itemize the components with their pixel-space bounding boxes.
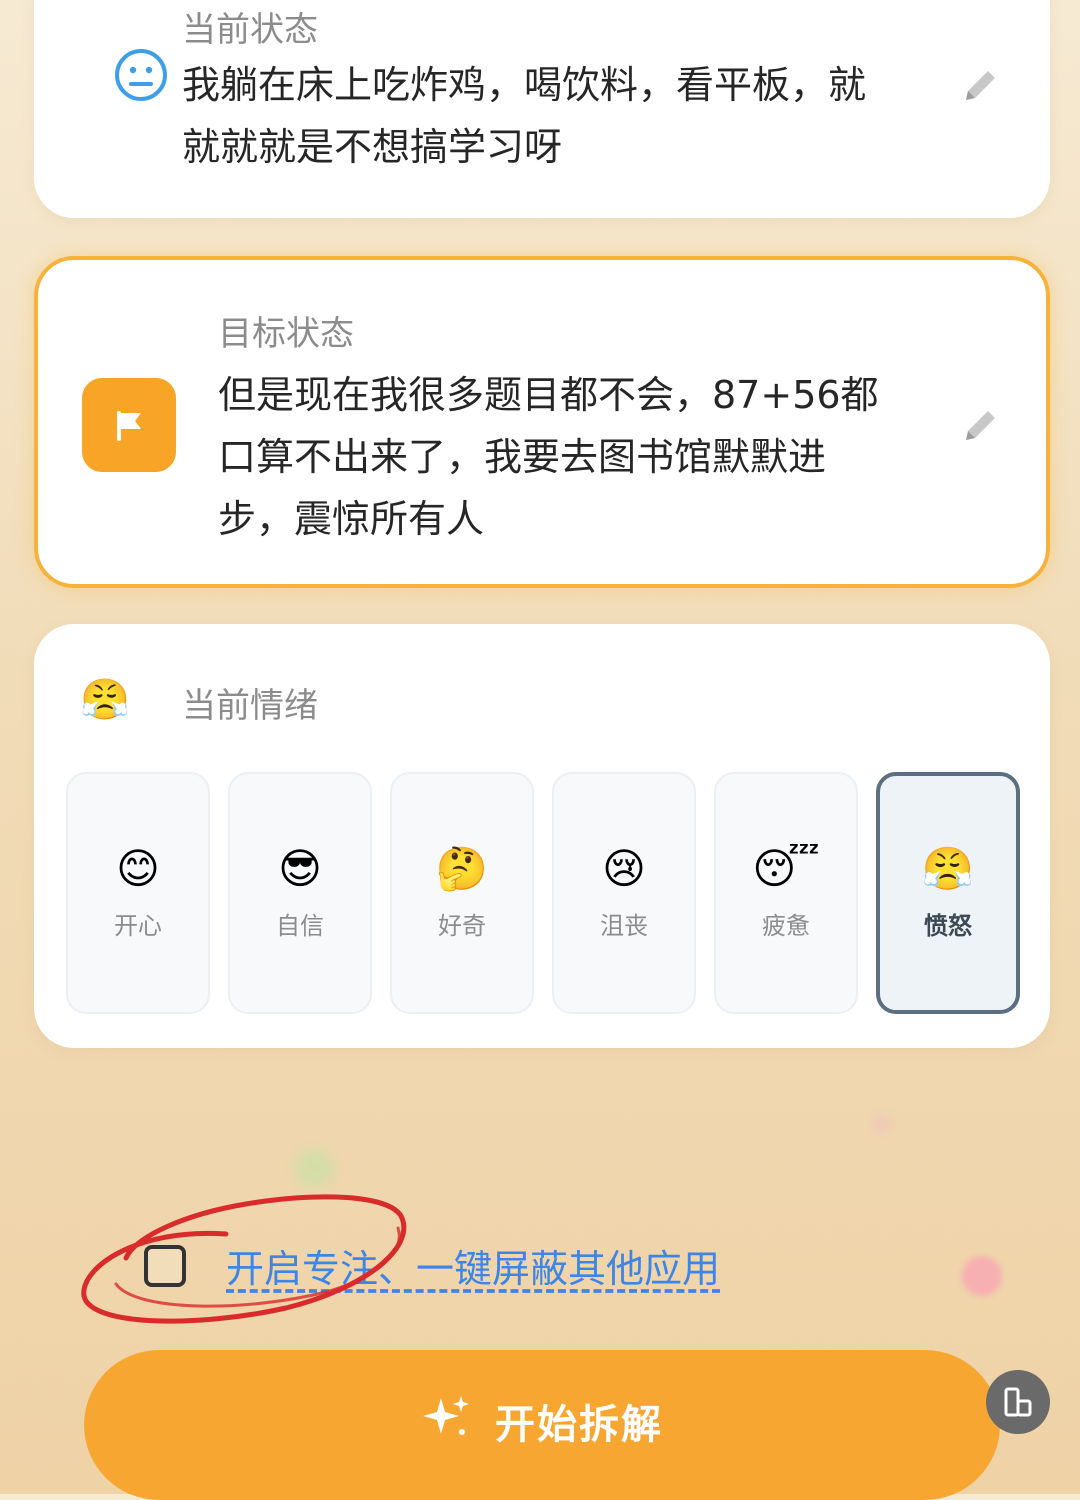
emotion-option-label: 开心 <box>114 911 162 940</box>
emotion-option-confident[interactable]: 😎 自信 <box>228 772 372 1014</box>
emotion-option-label: 好奇 <box>438 911 486 940</box>
start-breakdown-label: 开始拆解 <box>495 1402 663 1448</box>
emotion-options: 😊 开心 😎 自信 🤔 好奇 😢 沮丧 😴 疲惫 😤 愤怒 <box>66 772 1020 1014</box>
emotion-card: 😤 当前情绪 😊 开心 😎 自信 🤔 好奇 😢 沮丧 😴 疲惫 😤 愤怒 <box>34 624 1050 1048</box>
window-layout-icon <box>1004 1387 1032 1417</box>
current-state-card[interactable]: 当前状态 我躺在床上吃炸鸡，喝饮料，看平板，就 就就就是不想搞学习呀 <box>34 0 1050 218</box>
target-state-text-line3: 步，震惊所有人 <box>218 497 485 541</box>
angry-face-icon: 😤 <box>921 843 975 893</box>
emotion-option-label: 愤怒 <box>924 911 972 940</box>
emotion-option-label: 自信 <box>276 911 324 940</box>
emotion-option-angry[interactable]: 😤 愤怒 <box>876 772 1020 1014</box>
emotion-option-frustrated[interactable]: 😢 沮丧 <box>552 772 696 1014</box>
flag-icon <box>82 378 176 472</box>
crying-face-icon: 😢 <box>602 843 646 893</box>
decor-dot-pink-small <box>872 1114 892 1134</box>
target-state-text-line1: 但是现在我很多题目都不会，87+56都 <box>218 373 879 417</box>
target-state-text: 但是现在我很多题目都不会，87+56都 口算不出来了，我要去图书馆默默进 步，震… <box>218 364 978 550</box>
neutral-face-icon <box>115 49 167 101</box>
emotion-option-tired[interactable]: 😴 疲惫 <box>714 772 858 1014</box>
decor-dot-green <box>294 1148 334 1188</box>
current-state-label: 当前状态 <box>182 10 318 50</box>
target-state-label: 目标状态 <box>218 314 354 354</box>
floating-window-button[interactable] <box>986 1370 1050 1434</box>
smiling-face-icon: 😊 <box>116 843 160 893</box>
sunglasses-face-icon: 😎 <box>278 843 322 893</box>
emotion-option-happy[interactable]: 😊 开心 <box>66 772 210 1014</box>
edit-pencil-icon[interactable] <box>958 64 1002 108</box>
current-state-text-line1: 我躺在床上吃炸鸡，喝饮料，看平板，就 <box>182 63 867 107</box>
edit-pencil-icon[interactable] <box>958 404 1002 448</box>
start-breakdown-button[interactable]: 开始拆解 <box>84 1350 1000 1500</box>
target-state-card[interactable]: 目标状态 但是现在我很多题目都不会，87+56都 口算不出来了，我要去图书馆默默… <box>34 256 1050 588</box>
emotion-option-label: 沮丧 <box>600 911 648 940</box>
decor-dot-pink <box>962 1256 1002 1296</box>
current-state-text-line2: 就就就是不想搞学习呀 <box>182 125 563 169</box>
sparkle-icon <box>423 1396 469 1435</box>
emotion-option-label: 疲惫 <box>762 911 810 940</box>
thinking-face-icon: 🤔 <box>435 843 489 893</box>
emotion-label: 当前情绪 <box>182 686 318 726</box>
current-state-text: 我躺在床上吃炸鸡，喝饮料，看平板，就 就就就是不想搞学习呀 <box>182 54 962 178</box>
red-annotation-circle <box>81 1194 407 1324</box>
angry-face-icon: 😤 <box>80 677 130 723</box>
sleeping-face-icon: 😴 <box>752 843 820 893</box>
target-state-text-line2: 口算不出来了，我要去图书馆默默进 <box>218 435 827 479</box>
emotion-option-curious[interactable]: 🤔 好奇 <box>390 772 534 1014</box>
